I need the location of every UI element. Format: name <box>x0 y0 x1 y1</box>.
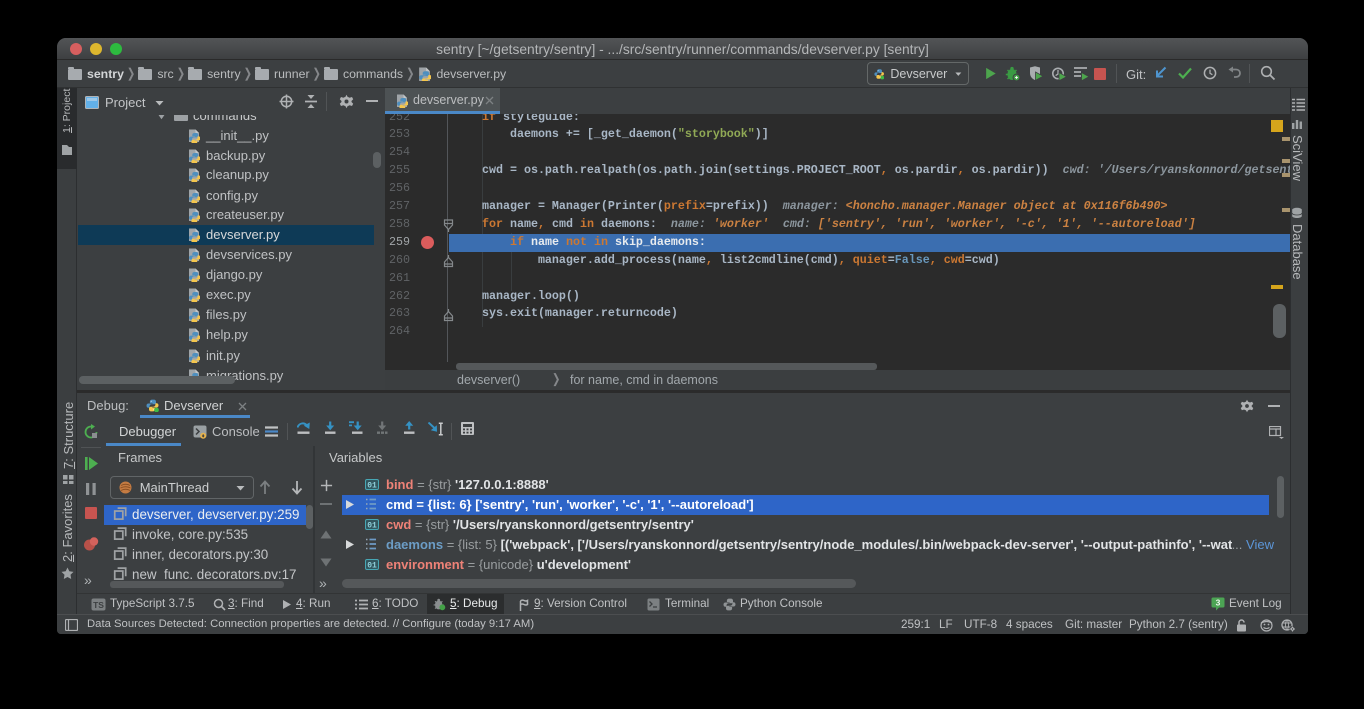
svg-text:TS: TS <box>93 600 104 610</box>
svg-text:3: 3 <box>1216 598 1221 608</box>
